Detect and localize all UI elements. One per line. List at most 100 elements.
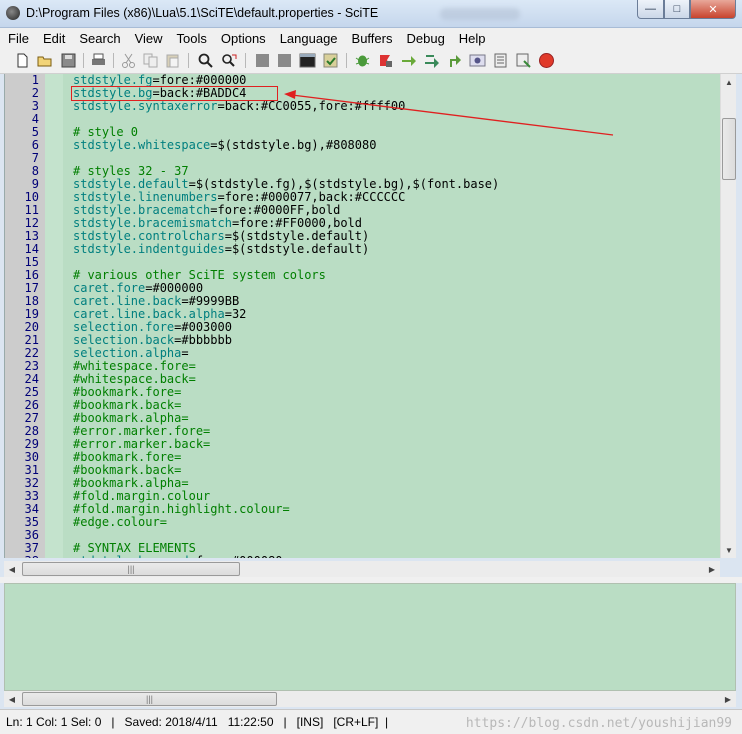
toolbar — [0, 48, 742, 74]
line-number: 38 — [5, 555, 39, 559]
menu-options[interactable]: Options — [213, 31, 272, 46]
menu-buffers[interactable]: Buffers — [344, 31, 399, 46]
watch-icon[interactable] — [469, 52, 486, 69]
vertical-scroll-thumb[interactable] — [722, 118, 736, 180]
scite-app-icon[interactable] — [6, 6, 20, 20]
menu-debug[interactable]: Debug — [398, 31, 450, 46]
comment-token: #bookmark.alpha= — [73, 476, 189, 490]
editor-horizontal-scrollbar[interactable]: ◀ ||| ▶ — [4, 561, 720, 577]
line-code: stdstyle.keyword=fore:#000080 — [73, 554, 283, 559]
scroll-left-arrow-icon[interactable]: ◀ — [4, 561, 20, 577]
menu-view[interactable]: View — [127, 31, 169, 46]
value-token: =$(stdstyle.fg),$(stdstyle.bg),$(font.ba… — [188, 177, 500, 191]
key-token: caret.line.back.alpha — [73, 307, 225, 321]
save-icon[interactable] — [60, 52, 77, 69]
scroll-right-arrow-icon[interactable]: ▶ — [720, 691, 736, 707]
debug-bug-icon[interactable] — [354, 52, 371, 69]
stop-icon[interactable] — [538, 52, 555, 69]
vertical-scrollbar[interactable]: ▲ ▼ — [720, 74, 736, 558]
value-token: =#003000 — [174, 320, 232, 334]
value-token: =32 — [224, 307, 247, 321]
code-line[interactable]: 35 #edge.colour= — [5, 516, 720, 529]
value-token: =$(stdstyle.default) — [224, 229, 370, 243]
value-token: =back:#BADDC4 — [152, 86, 247, 100]
toolbar-separator — [346, 53, 347, 68]
code-line[interactable]: 6 stdstyle.whitespace=$(stdstyle.bg),#808… — [5, 139, 720, 152]
copy-icon[interactable] — [142, 52, 159, 69]
menu-edit[interactable]: Edit — [35, 31, 71, 46]
value-token: =fore:#FF0000,bold — [231, 216, 362, 230]
line-code: stdstyle.indentguides=$(stdstyle.default… — [73, 243, 369, 256]
print-icon[interactable] — [90, 52, 107, 69]
watermark-text: https://blog.csdn.net/youshijian99 — [465, 716, 732, 731]
build-icon[interactable] — [276, 52, 293, 69]
status-text: Ln: 1 Col: 1 Sel: 0 | Saved: 2018/4/11 1… — [6, 715, 389, 729]
toolbar-separator — [245, 53, 246, 68]
menu-file[interactable]: File — [0, 31, 35, 46]
go-icon[interactable] — [322, 52, 339, 69]
close-button[interactable]: ✕ — [690, 0, 736, 19]
menu-tools[interactable]: Tools — [169, 31, 213, 46]
menu-bar: File Edit Search View Tools Options Lang… — [0, 28, 742, 48]
line-code: stdstyle.syntaxerror=back:#CC0055,fore:#… — [73, 100, 405, 113]
window-title: D:\Program Files (x86)\Lua\5.1\SciTE\def… — [26, 6, 379, 20]
breakpoint-icon[interactable] — [377, 52, 394, 69]
comment-token: #bookmark.alpha= — [73, 411, 189, 425]
code-line[interactable]: 3 stdstyle.syntaxerror=back:#CC0055,fore:… — [5, 100, 720, 113]
output-horizontal-scrollbar[interactable]: ◀ ||| ▶ — [4, 691, 736, 707]
code-line[interactable]: 14 stdstyle.indentguides=$(stdstyle.defau… — [5, 243, 720, 256]
key-token: selection.fore — [73, 320, 175, 334]
step-over-icon[interactable] — [423, 52, 440, 69]
maximize-button[interactable]: □ — [664, 0, 690, 19]
value-token: =fore:#000077,back:#CCCCCC — [217, 190, 406, 204]
scroll-down-arrow-icon[interactable]: ▼ — [721, 542, 737, 558]
scroll-up-arrow-icon[interactable]: ▲ — [721, 74, 737, 90]
key-token: stdstyle.bracemismatch — [73, 216, 232, 230]
toolbar-separator — [113, 53, 114, 68]
key-token: stdstyle.bracematch — [73, 203, 211, 217]
horizontal-scroll-thumb[interactable]: ||| — [22, 562, 240, 576]
cut-icon[interactable] — [120, 52, 137, 69]
step-icon[interactable] — [400, 52, 417, 69]
step-out-icon[interactable] — [446, 52, 463, 69]
comment-token: # style 0 — [73, 125, 139, 139]
key-token: stdstyle.default — [73, 177, 189, 191]
comment-token: # styles 32 - 37 — [73, 164, 189, 178]
key-token: stdstyle.whitespace — [73, 138, 211, 152]
find-icon[interactable] — [197, 52, 214, 69]
line-code: stdstyle.whitespace=$(stdstyle.bg),#8080… — [73, 139, 376, 152]
comment-token: #whitespace.fore= — [73, 359, 196, 373]
replace-icon[interactable] — [221, 52, 238, 69]
output-pane[interactable] — [4, 583, 736, 691]
scroll-left-arrow-icon[interactable]: ◀ — [4, 691, 20, 707]
paste-icon[interactable] — [164, 52, 181, 69]
comment-token: #bookmark.back= — [73, 398, 182, 412]
comment-token: #bookmark.back= — [73, 463, 182, 477]
key-token: stdstyle.indentguides — [73, 242, 225, 256]
menu-search[interactable]: Search — [71, 31, 126, 46]
comment-token: #whitespace.back= — [73, 372, 196, 386]
key-token: stdstyle.syntaxerror — [73, 99, 218, 113]
line-code: #edge.colour= — [73, 516, 167, 529]
code-line[interactable]: 38 stdstyle.keyword=fore:#000080 — [5, 554, 720, 559]
inspect-icon[interactable] — [515, 52, 532, 69]
terminal-icon[interactable] — [299, 52, 316, 69]
minimize-button[interactable]: — — [637, 0, 664, 19]
key-token: stdstyle.keyword — [73, 554, 189, 559]
stack-icon[interactable] — [492, 52, 509, 69]
value-token: =$(stdstyle.default) — [224, 242, 370, 256]
compile-icon[interactable] — [254, 52, 271, 69]
open-folder-icon[interactable] — [36, 52, 53, 69]
key-token: stdstyle.controlchars — [73, 229, 225, 243]
output-scroll-thumb[interactable]: ||| — [22, 692, 277, 706]
menu-help[interactable]: Help — [451, 31, 492, 46]
new-file-icon[interactable] — [14, 52, 31, 69]
code-editor[interactable]: 1 stdstyle.fg=fore:#000000 2 stdstyle.bg=ba… — [4, 74, 720, 558]
comment-token: #fold.margin.colour — [73, 489, 211, 503]
blurred-title-region — [440, 8, 520, 20]
menu-language[interactable]: Language — [272, 31, 344, 46]
comment-token: # various other SciTE system colors — [73, 268, 326, 282]
value-token: =#9999BB — [181, 294, 240, 308]
scroll-right-arrow-icon[interactable]: ▶ — [704, 561, 720, 577]
key-token: caret.fore — [73, 281, 146, 295]
